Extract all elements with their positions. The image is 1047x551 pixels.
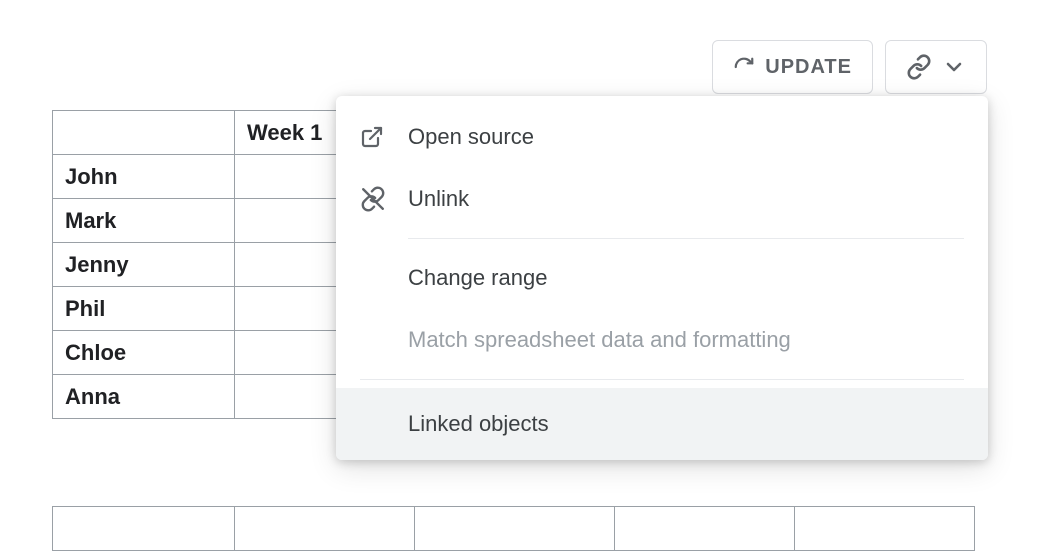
menu-label: Change range bbox=[408, 265, 547, 291]
link-options-button[interactable] bbox=[885, 40, 987, 94]
unlink-icon bbox=[360, 186, 408, 212]
table-header-empty bbox=[53, 111, 235, 155]
menu-label: Unlink bbox=[408, 186, 469, 212]
menu-item-unlink[interactable]: Unlink bbox=[336, 168, 988, 230]
link-options-menu: Open source Unlink Change range Match sp… bbox=[336, 96, 988, 460]
chevron-down-icon bbox=[942, 55, 966, 79]
table-header bbox=[53, 507, 235, 551]
open-external-icon bbox=[360, 125, 408, 149]
menu-item-linked-objects[interactable]: Linked objects bbox=[336, 388, 988, 460]
menu-divider bbox=[360, 379, 964, 380]
row-name: Anna bbox=[53, 375, 235, 419]
menu-label: Open source bbox=[408, 124, 534, 150]
row-name: Jenny bbox=[53, 243, 235, 287]
table-header bbox=[415, 507, 615, 551]
menu-divider bbox=[408, 238, 964, 239]
row-name: Chloe bbox=[53, 331, 235, 375]
update-label: UPDATE bbox=[765, 56, 852, 79]
row-name: Mark bbox=[53, 199, 235, 243]
refresh-icon bbox=[733, 56, 755, 78]
update-button[interactable]: UPDATE bbox=[712, 40, 873, 94]
menu-item-match-formatting: Match spreadsheet data and formatting bbox=[336, 309, 988, 371]
table-header bbox=[795, 507, 975, 551]
link-icon bbox=[906, 54, 932, 80]
menu-item-open-source[interactable]: Open source bbox=[336, 106, 988, 168]
menu-label: Match spreadsheet data and formatting bbox=[408, 327, 791, 353]
menu-label: Linked objects bbox=[408, 411, 549, 437]
table-header-row bbox=[53, 507, 975, 551]
link-toolbar: UPDATE bbox=[712, 40, 987, 94]
menu-item-change-range[interactable]: Change range bbox=[336, 247, 988, 309]
row-name: John bbox=[53, 155, 235, 199]
linked-table-2 bbox=[52, 506, 975, 551]
row-name: Phil bbox=[53, 287, 235, 331]
table-header bbox=[615, 507, 795, 551]
table-header bbox=[235, 507, 415, 551]
